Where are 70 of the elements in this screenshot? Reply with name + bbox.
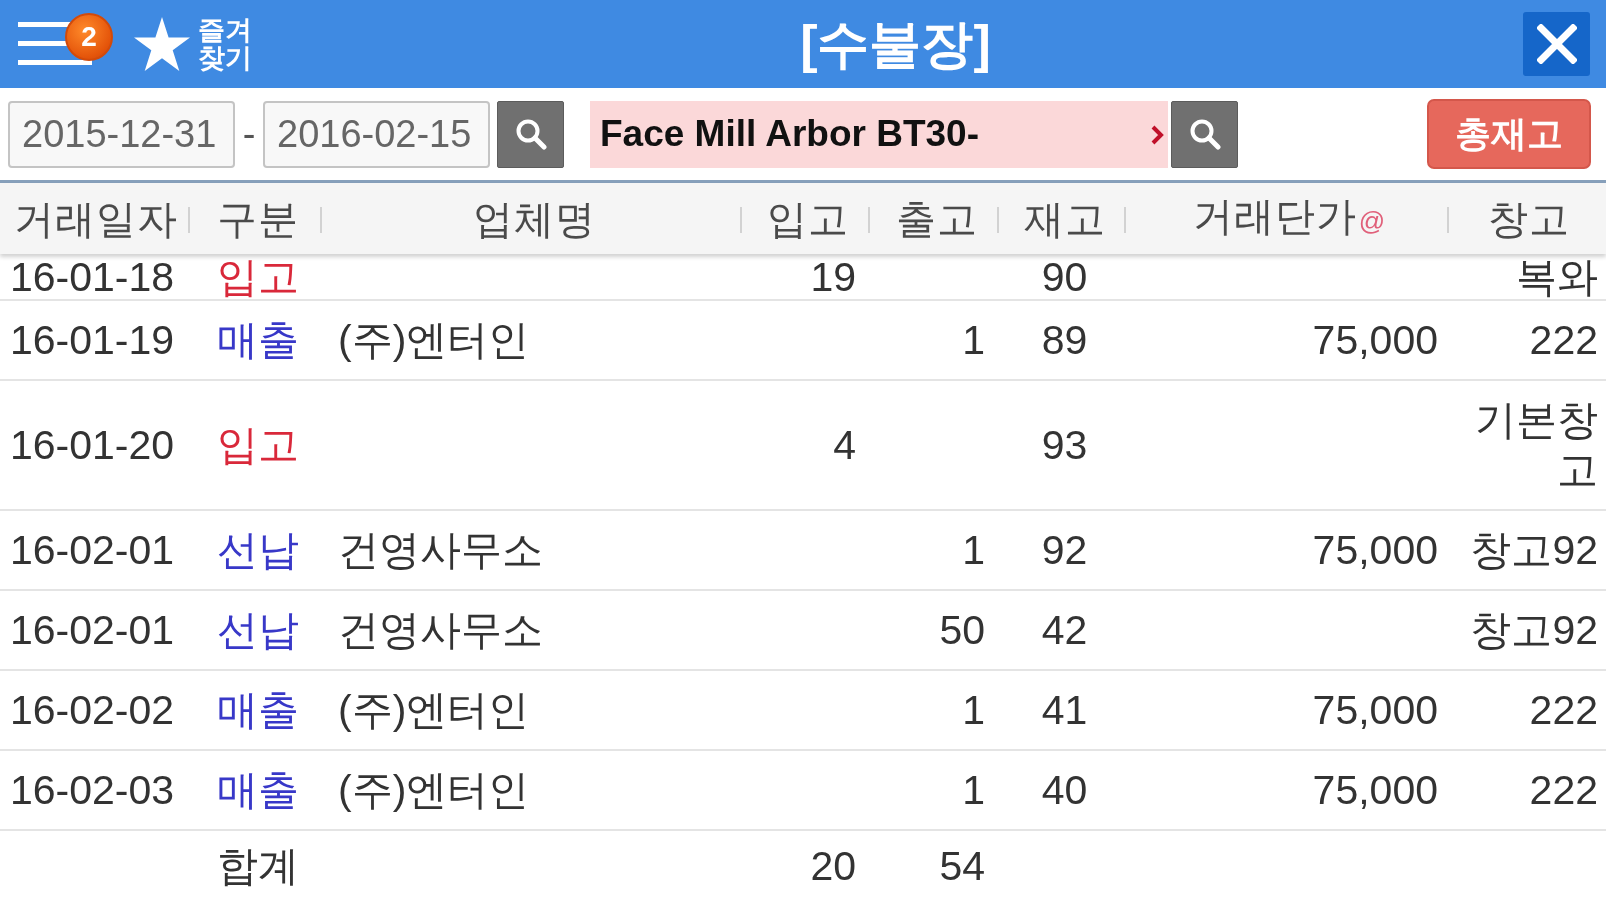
totals-label: 합계 [217, 841, 299, 891]
type-label: 선납 [217, 606, 299, 655]
type-label: 매출 [217, 766, 299, 815]
column-header: 업체명 [472, 195, 596, 243]
date-text: 16-02-03 [10, 766, 175, 815]
stock-quantity: 90 [1041, 257, 1088, 298]
type-label: 매출 [217, 686, 299, 735]
warehouse-name: 복와 [1516, 257, 1598, 298]
date-text: 16-01-19 [10, 316, 175, 365]
search-icon [514, 118, 547, 150]
date-range-separator: - [241, 112, 257, 156]
column-header: 재고 [1023, 195, 1106, 243]
close-icon [1536, 24, 1577, 64]
column-header: 구분 [217, 195, 299, 243]
unit-price: 75,000 [1312, 766, 1438, 815]
type-label: 선납 [217, 526, 299, 575]
search-icon [1188, 118, 1221, 150]
type-label: 매출 [217, 316, 299, 365]
stock-quantity: 89 [1041, 316, 1088, 365]
warehouse-name: 창고92 [1470, 526, 1598, 575]
quantity-out: 1 [962, 686, 985, 735]
column-header: 거래일자 [14, 195, 178, 243]
date-field[interactable]: 2016-02-15 [263, 100, 490, 168]
stock-quantity: 40 [1041, 766, 1088, 815]
quantity-in: 4 [833, 421, 856, 470]
quantity-out: 1 [962, 316, 985, 365]
column-header: 출고 [895, 195, 978, 243]
warehouse-name: 기본창고 [1474, 396, 1598, 495]
unit-price: 75,000 [1312, 316, 1438, 365]
quantity-out: 50 [939, 606, 985, 655]
stock-quantity: 41 [1041, 686, 1088, 735]
notification-count: 2 [65, 13, 113, 61]
column-header: 거래단가@ [1192, 193, 1387, 240]
close-button[interactable] [1523, 12, 1590, 76]
date-text: 16-02-02 [10, 686, 175, 735]
date-text: 16-02-01 [10, 606, 175, 655]
total-out: 54 [939, 841, 985, 891]
search-button[interactable] [1171, 100, 1238, 168]
warehouse-name: 222 [1529, 766, 1598, 815]
date-text: 16-02-01 [10, 526, 175, 575]
quantity-out: 1 [962, 766, 985, 815]
company-name: 건영사무소 [338, 526, 543, 575]
quantity-out: 1 [962, 526, 985, 575]
date-field[interactable]: 2015-12-31 [8, 100, 235, 168]
unit-price: 75,000 [1312, 526, 1438, 575]
company-name: 건영사무소 [338, 606, 543, 655]
stock-quantity: 93 [1041, 421, 1088, 470]
total-in: 20 [810, 841, 856, 891]
warehouse-name: 222 [1529, 686, 1598, 735]
star-icon [134, 17, 190, 71]
column-header: 입고 [767, 195, 849, 243]
quantity-in: 19 [810, 257, 856, 298]
type-label: 입고 [217, 421, 299, 470]
date-text: 16-01-20 [10, 421, 175, 470]
stock-quantity: 42 [1041, 606, 1088, 655]
item-search-field[interactable]: Face Mill Arbor BT30- [590, 100, 1168, 168]
type-label: 입고 [217, 257, 299, 298]
favorites-button[interactable]: 즐겨찾기 [134, 16, 255, 72]
warehouse-name: 창고92 [1470, 606, 1598, 655]
total-stock-button[interactable]: 총재고 [1427, 99, 1591, 169]
company-name: (주)엔터인 [338, 686, 530, 735]
column-header: 창고 [1487, 195, 1570, 243]
date-text: 16-01-18 [10, 257, 175, 298]
search-button[interactable] [497, 100, 564, 168]
warehouse-name: 222 [1529, 316, 1598, 365]
company-name: (주)엔터인 [338, 316, 530, 365]
unit-price: 75,000 [1312, 686, 1438, 735]
stock-quantity: 92 [1041, 526, 1088, 575]
chevron-icon [1151, 123, 1164, 146]
company-name: (주)엔터인 [338, 766, 530, 815]
